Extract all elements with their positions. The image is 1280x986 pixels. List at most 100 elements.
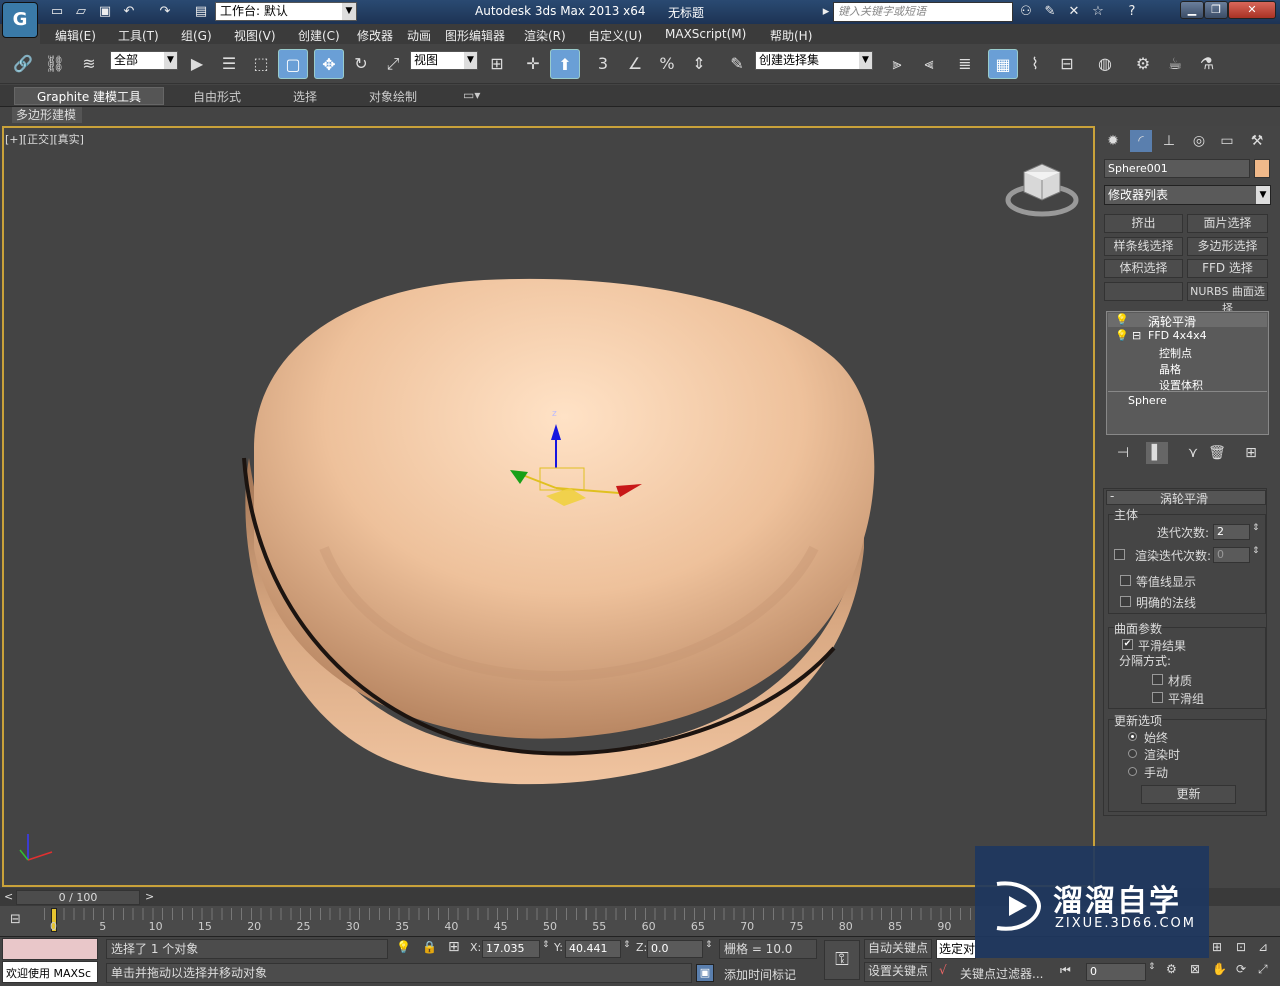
materials-checkbox[interactable]: [1152, 674, 1163, 685]
isoline-checkbox[interactable]: [1120, 575, 1131, 586]
configure-sets-icon[interactable]: ⊞: [1240, 442, 1262, 464]
close-button[interactable]: ✕: [1228, 1, 1276, 19]
zoom-all-icon[interactable]: ⊡: [1236, 940, 1246, 954]
iterations-spinner[interactable]: 2: [1213, 524, 1250, 540]
help-icon[interactable]: ?: [1122, 2, 1142, 22]
workspace-dropdown[interactable]: 工作台: 默认 ▼: [215, 2, 357, 21]
pivot-center-icon[interactable]: ⊞: [482, 49, 512, 79]
smooth-result-checkbox[interactable]: ✔: [1122, 639, 1133, 650]
spinner-arrows-icon[interactable]: ⇕: [542, 940, 550, 950]
communication-icon[interactable]: ✎: [1040, 2, 1060, 22]
graphite-toggle-icon[interactable]: ▦: [988, 49, 1018, 79]
menu-edit[interactable]: 编辑(E): [55, 27, 96, 44]
open-file-icon[interactable]: ▱: [72, 3, 90, 21]
menu-maxscript[interactable]: MAXScript(M): [665, 27, 746, 41]
menu-animation[interactable]: 动画: [407, 27, 431, 44]
spline-select-button[interactable]: 样条线选择: [1104, 237, 1183, 256]
spinner-arrows-icon[interactable]: ⇕: [623, 940, 631, 950]
volume-select-button[interactable]: 体积选择: [1104, 259, 1183, 278]
tab-object-paint[interactable]: 对象绘制: [369, 88, 417, 105]
z-coord-field[interactable]: 0.0: [647, 940, 703, 958]
named-selection-dropdown[interactable]: 创建选择集 ▼: [755, 51, 873, 70]
key-selection-dropdown[interactable]: 选定对: [936, 939, 976, 959]
orbit-icon[interactable]: ⟳: [1236, 962, 1246, 976]
ref-coord-dropdown[interactable]: 视图 ▼: [410, 51, 478, 70]
smoothing-groups-checkbox[interactable]: [1152, 692, 1163, 703]
percent-snap-icon[interactable]: %: [652, 49, 682, 79]
bind-spacewarp-icon[interactable]: ≋: [74, 49, 104, 79]
track-bar-menu-icon[interactable]: ⊟: [10, 912, 32, 930]
binoculars-icon[interactable]: ⚇: [1016, 2, 1036, 22]
edit-named-selection-icon[interactable]: ✎: [722, 49, 752, 79]
set-key-icon[interactable]: ⚿: [824, 940, 860, 980]
angle-snap-icon[interactable]: ∠: [620, 49, 650, 79]
prev-frame-icon[interactable]: <: [4, 890, 13, 903]
pan-view-icon[interactable]: ✋: [1212, 962, 1227, 976]
nurbs-surface-select-button[interactable]: NURBS 曲面选择: [1187, 282, 1268, 315]
modifier-list-dropdown[interactable]: 修改器列表 ▼: [1104, 185, 1271, 205]
update-button[interactable]: 更新: [1141, 785, 1236, 804]
project-folder-icon[interactable]: ▤: [192, 3, 210, 21]
menu-group[interactable]: 组(G): [181, 27, 212, 44]
patch-select-button[interactable]: 面片选择: [1187, 214, 1268, 233]
rect-selection-region-icon[interactable]: ⬚: [246, 49, 276, 79]
tab-freeform[interactable]: 自由形式: [193, 88, 241, 105]
select-move-icon[interactable]: ✥: [314, 49, 344, 79]
stack-item-ffd[interactable]: FFD 4x4x4: [1148, 329, 1207, 342]
undo-icon[interactable]: ↶: [120, 3, 138, 21]
ffd-select-button[interactable]: FFD 选择: [1187, 259, 1268, 278]
exchange-icon[interactable]: ✕: [1064, 2, 1084, 22]
remove-modifier-icon[interactable]: 🗑: [1206, 442, 1228, 464]
absolute-mode-icon[interactable]: ⊞: [448, 939, 460, 955]
pin-stack-icon[interactable]: ⊣: [1112, 442, 1134, 464]
material-editor-icon[interactable]: ◍: [1090, 49, 1120, 79]
restore-button[interactable]: ❐: [1204, 1, 1228, 19]
time-slider[interactable]: 0 / 100: [16, 890, 140, 905]
keyboard-shortcut-override-icon[interactable]: ⬆: [550, 49, 580, 79]
key-mode-curve-icon[interactable]: √: [939, 963, 947, 977]
always-radio[interactable]: [1128, 732, 1137, 741]
menu-rendering[interactable]: 渲染(R): [524, 27, 566, 44]
menu-help[interactable]: 帮助(H): [770, 27, 812, 44]
modify-tab-icon[interactable]: ◜: [1130, 130, 1152, 152]
subtab-polygon-modeling[interactable]: 多边形建模: [12, 107, 82, 123]
favorites-star-icon[interactable]: ☆: [1088, 2, 1108, 22]
layer-manager-icon[interactable]: ≣: [950, 49, 980, 79]
window-crossing-icon[interactable]: ▢: [278, 49, 308, 79]
render-production-icon[interactable]: ⚗: [1192, 49, 1222, 79]
app-logo-button[interactable]: G: [2, 2, 38, 38]
schematic-view-icon[interactable]: ⊟: [1052, 49, 1082, 79]
utilities-tab-icon[interactable]: ⚒: [1246, 130, 1268, 152]
object-color-swatch[interactable]: [1254, 159, 1270, 178]
tab-graphite-modeling[interactable]: Graphite 建模工具: [14, 87, 165, 105]
viewcube-icon[interactable]: [1004, 158, 1084, 228]
select-rotate-icon[interactable]: ↻: [346, 49, 376, 79]
menu-graph-editors[interactable]: 图形编辑器: [445, 27, 505, 44]
set-key-button[interactable]: 设置关键点: [864, 962, 932, 982]
isolate-selection-icon[interactable]: 💡: [396, 940, 411, 954]
manually-radio[interactable]: [1128, 767, 1137, 776]
render-setup-icon[interactable]: ⚙: [1128, 49, 1158, 79]
rollout-collapse-icon[interactable]: -: [1110, 489, 1114, 503]
hierarchy-tab-icon[interactable]: ⊥: [1158, 130, 1180, 152]
move-gizmo[interactable]: z: [494, 398, 644, 508]
selection-filter-dropdown[interactable]: 全部 ▼: [110, 51, 178, 70]
field-of-view-icon[interactable]: ⊿: [1258, 940, 1268, 954]
time-config-icon[interactable]: ⚙: [1166, 962, 1177, 976]
tab-selection[interactable]: 选择: [293, 88, 317, 105]
render-iters-checkbox[interactable]: [1114, 549, 1125, 560]
x-coord-field[interactable]: 17.035: [482, 940, 540, 958]
zoom-icon[interactable]: ⊞: [1212, 940, 1222, 954]
viewport-label[interactable]: [+][正交][真实]: [5, 131, 84, 147]
redo-icon[interactable]: ↷: [156, 3, 174, 21]
ribbon-options-icon[interactable]: ▭▾: [463, 88, 480, 102]
perspective-viewport[interactable]: z: [2, 126, 1095, 887]
key-filters-button[interactable]: 关键点过滤器...: [960, 965, 1043, 982]
object-name-field[interactable]: Sphere001: [1104, 159, 1250, 178]
display-tab-icon[interactable]: ▭: [1216, 130, 1238, 152]
stack-item-sphere[interactable]: Sphere: [1128, 394, 1167, 407]
current-frame-field[interactable]: 0: [1086, 963, 1146, 981]
create-tab-icon[interactable]: ✹: [1102, 130, 1124, 152]
when-rendering-radio[interactable]: [1128, 749, 1137, 758]
align-icon[interactable]: ⫷: [914, 49, 944, 79]
